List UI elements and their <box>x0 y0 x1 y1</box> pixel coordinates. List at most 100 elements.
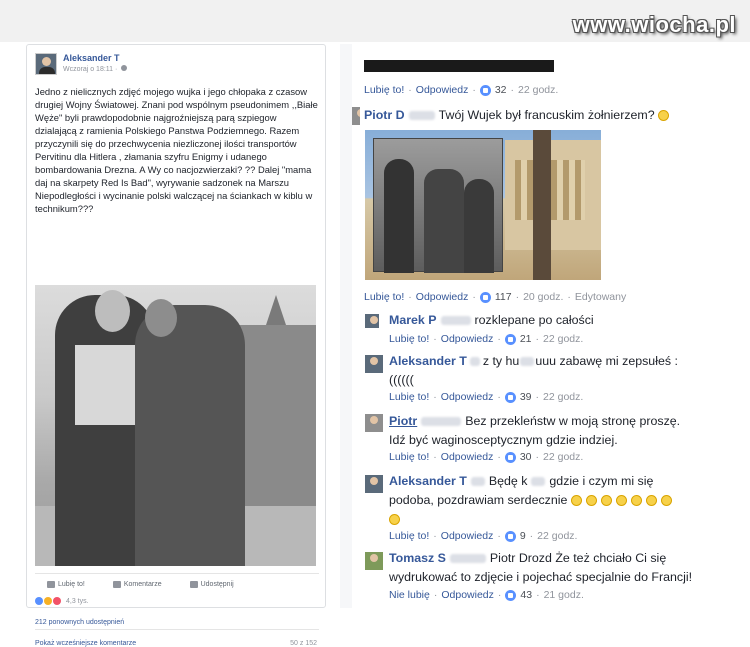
comment-text: podoba, pozdrawiam serdecznie <box>389 493 568 507</box>
smile-emoji-icon <box>585 495 597 507</box>
like-count: 30 <box>519 451 532 463</box>
like-link[interactable]: Lubię to! <box>389 451 429 463</box>
commenter-avatar[interactable] <box>352 107 360 125</box>
like-label: Lubię to! <box>58 581 85 588</box>
reply-link[interactable]: Odpowiedz <box>441 530 494 542</box>
thumb-up-icon <box>479 291 491 303</box>
commenter-name[interactable]: Piotr <box>389 414 417 428</box>
commenter-name[interactable]: Marek P <box>389 313 437 327</box>
comment-text: rozklepane po całości <box>474 313 594 327</box>
author-avatar[interactable] <box>35 53 57 75</box>
like-reaction-icon <box>35 597 43 605</box>
comment-meta-top: Lubię to! · Odpowiedz · 32 · 22 godz. <box>364 84 559 96</box>
comment-time: 22 godz. <box>518 84 559 96</box>
commenter-avatar[interactable] <box>365 314 379 328</box>
like-link[interactable]: Lubię to! <box>389 530 429 542</box>
comment-meta-c4: Lubię to! · Odpowiedz · 30 · 22 godz. <box>389 451 584 463</box>
comment-pager: 50 z 152 <box>290 640 317 647</box>
commenter-name[interactable]: Tomasz S <box>389 551 446 565</box>
globe-icon <box>121 65 128 71</box>
reaction-count: 4,3 tys. <box>66 597 89 605</box>
post-time-text: Wczoraj o 18:11 · <box>63 66 120 73</box>
comment-meta-c5: Lubię to! · Odpowiedz · 9 · 22 godz. <box>389 530 578 542</box>
post-actions: Lubię to! Komentarze Udostępnij <box>35 573 319 591</box>
reply-link[interactable]: Odpowiedz <box>416 291 469 303</box>
comment-time: 22 godz. <box>537 530 578 542</box>
comment-meta-c2: Lubię to! · Odpowiedz · 21 · 22 godz. <box>389 333 584 345</box>
comment-button[interactable]: Komentarze <box>112 578 162 591</box>
smile-emoji-icon <box>660 495 672 507</box>
more-comments-link[interactable]: Pokaż wcześniejsze komentarze <box>35 640 136 647</box>
comment-text: uuu zabawę mi zepsułeś : <box>535 354 678 368</box>
reactions-summary[interactable]: 4,3 tys. <box>35 597 89 605</box>
smile-emoji-icon <box>600 495 612 507</box>
comment-text: (((((( <box>389 373 414 387</box>
like-link[interactable]: Lubię to! <box>364 84 404 96</box>
post-author[interactable]: Aleksander T <box>63 53 127 63</box>
commenter-avatar[interactable] <box>365 475 383 493</box>
comment-time: 22 godz. <box>543 451 584 463</box>
facebook-post: Aleksander T Wczoraj o 18:11 · Jedno z n… <box>26 44 326 647</box>
smile-emoji-icon <box>570 495 582 507</box>
edited-label[interactable]: Edytowany <box>575 291 626 303</box>
like-count: 9 <box>519 530 526 542</box>
commenter-avatar[interactable] <box>365 414 383 432</box>
commenter-avatar[interactable] <box>365 355 383 373</box>
thumb-up-icon <box>479 84 491 96</box>
comment-aleksander-2: Aleksander T Będę k gdzie i czym mi się po… <box>389 472 744 529</box>
comment-text: Idź być waginosceptycznym gdzie indziej. <box>389 433 618 447</box>
comment-tomasz-s: Tomasz S Piotr Drozd Że też chciało Ci si… <box>389 549 747 587</box>
comment-meta-c1: Lubię to! · Odpowiedz · 117 · 20 godz. · Edy… <box>364 291 627 303</box>
like-count: 32 <box>494 84 507 96</box>
thumb-up-icon <box>504 451 516 463</box>
comment-photo[interactable] <box>365 130 601 280</box>
thumb-up-icon <box>47 581 55 588</box>
smile-emoji-icon <box>645 495 657 507</box>
commenter-name[interactable]: Aleksander T <box>389 474 467 488</box>
smile-emoji-icon <box>658 110 670 122</box>
commenter-avatar[interactable] <box>365 552 383 570</box>
comment-time: 22 godz. <box>543 391 584 403</box>
haha-reaction-icon <box>44 597 52 605</box>
like-link[interactable]: Nie lubię <box>389 589 430 601</box>
like-link[interactable]: Lubię to! <box>364 291 404 303</box>
watermark: www.wiocha.pl <box>572 12 736 37</box>
comment-text: gdzie i czym mi się <box>549 474 654 488</box>
reply-link[interactable]: Odpowiedz <box>441 391 494 403</box>
comment-time: 20 godz. <box>523 291 564 303</box>
commenter-name[interactable]: Piotr D <box>364 108 405 122</box>
column-gap <box>340 44 352 608</box>
comment-aleksander-1: Aleksander T z ty hu uuu zabawę mi zepsułe… <box>389 352 739 390</box>
share-button[interactable]: Udostępnij <box>189 578 234 591</box>
reply-link[interactable]: Odpowiedz <box>441 333 494 345</box>
shares-link[interactable]: 212 ponownych udostępnień <box>35 619 124 626</box>
reply-link[interactable]: Odpowiedz <box>441 451 494 463</box>
comment-label: Komentarze <box>123 581 162 588</box>
comment-text: Bez przekleństw w moją stronę proszę. <box>465 414 681 428</box>
comment-text: Będę k <box>488 474 528 488</box>
reply-link[interactable]: Odpowiedz <box>416 84 469 96</box>
share-label: Udostępnij <box>200 581 234 588</box>
smile-emoji-icon <box>389 514 400 526</box>
comment-icon <box>112 581 121 588</box>
comment-meta-c3: Lubię to! · Odpowiedz · 39 · 22 godz. <box>389 391 584 403</box>
comment-piotr-d: Piotr D Twój Wujek był francuskim żołnier… <box>364 106 673 125</box>
post-photo[interactable] <box>35 285 316 566</box>
smile-emoji-icon <box>630 495 642 507</box>
like-count: 21 <box>519 333 532 345</box>
like-count: 43 <box>520 589 533 601</box>
divider <box>35 629 319 630</box>
like-link[interactable]: Lubię to! <box>389 333 429 345</box>
like-link[interactable]: Lubię to! <box>389 391 429 403</box>
comment-time: 22 godz. <box>543 333 584 345</box>
like-button[interactable]: Lubię to! <box>47 578 85 591</box>
comment-meta-c6: Nie lubię · Odpowiedz · 43 · 21 godz. <box>389 589 584 601</box>
comment-text: z ty hu <box>482 354 520 368</box>
thumb-up-icon <box>505 589 517 601</box>
post-text: Jedno z nielicznych zdjęć mojego wujka i… <box>35 86 318 214</box>
like-count: 117 <box>494 291 512 303</box>
commenter-name[interactable]: Aleksander T <box>389 354 467 368</box>
reply-link[interactable]: Odpowiedz <box>441 589 494 601</box>
censor-bar <box>364 60 554 72</box>
love-reaction-icon <box>53 597 61 605</box>
